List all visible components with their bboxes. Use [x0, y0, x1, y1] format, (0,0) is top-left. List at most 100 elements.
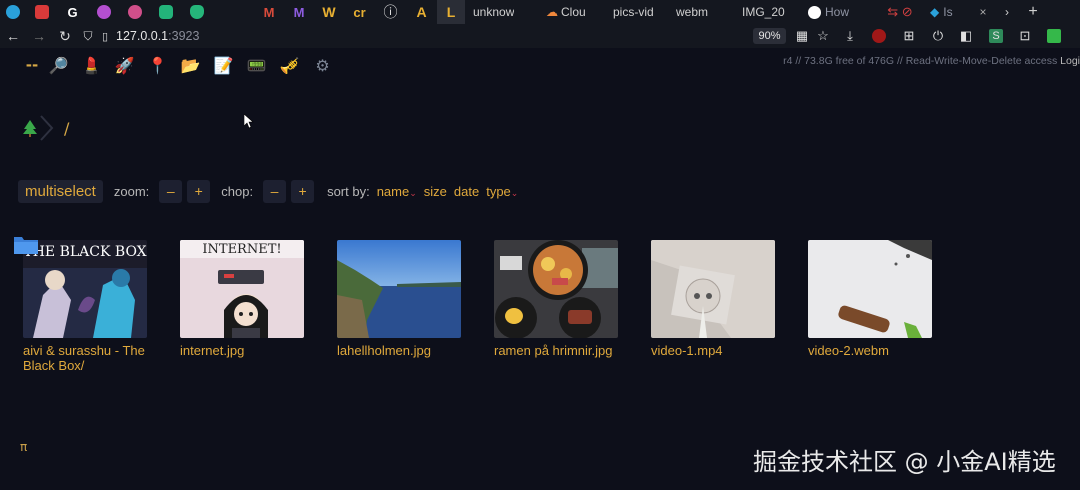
sidebar-button[interactable]: ◧: [958, 28, 974, 44]
sort-date-button[interactable]: date: [454, 184, 479, 199]
image-thumbnail: [337, 240, 461, 338]
puzzle-icon: ⊞: [903, 28, 915, 43]
star-icon: ☆: [817, 28, 829, 43]
ublock-icon: [872, 29, 886, 43]
upload-op-button[interactable]: 🚀: [108, 52, 141, 78]
browser-tab-strip: G M M W cr ⓘ A L unknow ☁ Clou pics-vid w…: [0, 0, 1080, 24]
multiselect-button[interactable]: multiselect: [18, 179, 103, 203]
folder-icon: [14, 237, 38, 254]
power-button[interactable]: ⏻: [930, 28, 946, 44]
forward-button[interactable]: →: [26, 24, 52, 48]
file-name: video-2.webm: [808, 343, 889, 358]
circle-app-icon: [96, 5, 111, 19]
new-file-op-button[interactable]: 📝: [207, 52, 240, 78]
info-icon: ⓘ: [383, 4, 398, 20]
tab-gmail[interactable]: M: [254, 0, 284, 24]
ublock-button[interactable]: [871, 28, 887, 44]
close-tab-button[interactable]: ×: [972, 0, 994, 24]
tab-google[interactable]: G: [57, 0, 88, 24]
mkdir-op-button[interactable]: 📂: [174, 52, 207, 78]
tab-a[interactable]: A: [406, 0, 437, 24]
search-op-button[interactable]: 🔎: [42, 52, 75, 78]
zoom-out-button[interactable]: –: [159, 179, 183, 203]
file-name: video-1.mp4: [651, 343, 723, 358]
page-icon: ▯: [98, 24, 112, 48]
file-tile[interactable]: lahellholmen.jpg: [337, 240, 461, 358]
gmail-icon: M: [263, 4, 275, 20]
tab-scroll-button[interactable]: ›: [994, 0, 1020, 24]
tab-blank[interactable]: [212, 0, 254, 24]
tab-pics-vid[interactable]: pics-vid: [610, 0, 676, 24]
tab-github-how[interactable]: How: [808, 0, 870, 24]
file-tile[interactable]: video-2.webm: [808, 240, 932, 358]
sort-arrow-icon: ⌄: [510, 187, 519, 198]
green-square-icon: [1047, 29, 1061, 43]
arrow-right-icon: →: [32, 28, 46, 44]
sort-type-label: type: [486, 183, 511, 199]
chop-increase-button[interactable]: +: [291, 179, 315, 203]
file-tile[interactable]: INTERNET! internet.jpg: [180, 240, 304, 358]
msg-op-button[interactable]: 📟: [240, 52, 273, 78]
tab-img[interactable]: IMG_20: [742, 0, 808, 24]
site-info-button[interactable]: ⛉: [78, 24, 98, 48]
extensions-button[interactable]: ⊞: [901, 28, 917, 44]
chop-decrease-button[interactable]: –: [263, 179, 287, 203]
tab-green-shield[interactable]: [181, 0, 212, 24]
tab-webm[interactable]: webm: [676, 0, 742, 24]
downloads-button[interactable]: ⤓: [842, 28, 858, 44]
login-link[interactable]: Logi: [1060, 55, 1080, 67]
tab-app-pink[interactable]: [119, 0, 150, 24]
breadcrumb-root[interactable]: /: [64, 119, 69, 138]
footer-pi[interactable]: π: [20, 440, 27, 454]
tree-icon[interactable]: [20, 118, 40, 138]
search-icon: 🔎: [48, 55, 69, 75]
tab-arrows[interactable]: ⇆ ⊘: [870, 0, 930, 24]
url-port: :3923: [168, 29, 200, 43]
sort-name-button[interactable]: name⌄: [377, 184, 417, 199]
tab-twitter[interactable]: ◆ Is: [930, 0, 972, 24]
tab-proton[interactable]: M: [284, 0, 314, 24]
tab-telegram[interactable]: [0, 0, 26, 24]
s-extension-button[interactable]: S: [988, 28, 1004, 44]
sort-size-button[interactable]: size: [424, 184, 447, 199]
file-tile[interactable]: video-1.mp4: [651, 240, 775, 358]
notepad-icon: 📝: [213, 55, 234, 75]
address-bar[interactable]: 127.0.0.1:3923: [116, 29, 199, 43]
telegram-icon: [6, 5, 20, 19]
file-tile[interactable]: ramen på hrimnir.jpg: [494, 240, 618, 358]
reload-button[interactable]: ↻: [52, 24, 78, 48]
unpost-op-button[interactable]: 💄: [75, 52, 108, 78]
bookmark-op-button[interactable]: 📍: [141, 52, 174, 78]
l-icon: L: [446, 4, 456, 20]
zoom-indicator[interactable]: 90%: [753, 28, 786, 44]
settings-op-button[interactable]: ⚙: [306, 52, 339, 78]
tab-red-app[interactable]: [26, 0, 57, 24]
cfg-op-button[interactable]: 🎺: [273, 52, 306, 78]
grid-icon: ▦: [795, 28, 809, 43]
tab-unknown[interactable]: unknow: [465, 0, 546, 24]
green-extension-button[interactable]: [1046, 28, 1062, 44]
file-tile[interactable]: THE BLACK BOX aivi & surasshu - The Blac…: [23, 240, 147, 373]
document-icon: ▯: [101, 30, 109, 43]
new-tab-button[interactable]: +: [1020, 0, 1046, 24]
zoom-in-button[interactable]: +: [187, 179, 211, 203]
tab-label: webm: [676, 5, 709, 19]
tab-chatgpt[interactable]: [150, 0, 181, 24]
s-extension-icon: S: [989, 29, 1003, 43]
tab-l-active[interactable]: L: [437, 0, 465, 24]
back-button[interactable]: ←: [0, 24, 26, 48]
tab-w[interactable]: W: [314, 0, 344, 24]
tab-info[interactable]: ⓘ: [375, 0, 406, 24]
breadcrumb: /: [20, 114, 69, 142]
tab-cloud[interactable]: ☁ Clou: [546, 0, 610, 24]
bookmark-button[interactable]: ☆: [815, 28, 831, 44]
grid-extension-button[interactable]: ▦: [794, 28, 810, 44]
sort-type-button[interactable]: type⌄: [486, 184, 518, 199]
tab-cr[interactable]: cr: [344, 0, 375, 24]
media-extension-button[interactable]: ⊡: [1017, 28, 1033, 44]
twitter-icon: ◆: [930, 5, 940, 19]
gear-icon: ⚙: [315, 55, 330, 75]
tab-app-purple[interactable]: [88, 0, 119, 24]
plus-icon: +: [1028, 3, 1038, 20]
ops-toggle[interactable]: --: [22, 52, 42, 78]
